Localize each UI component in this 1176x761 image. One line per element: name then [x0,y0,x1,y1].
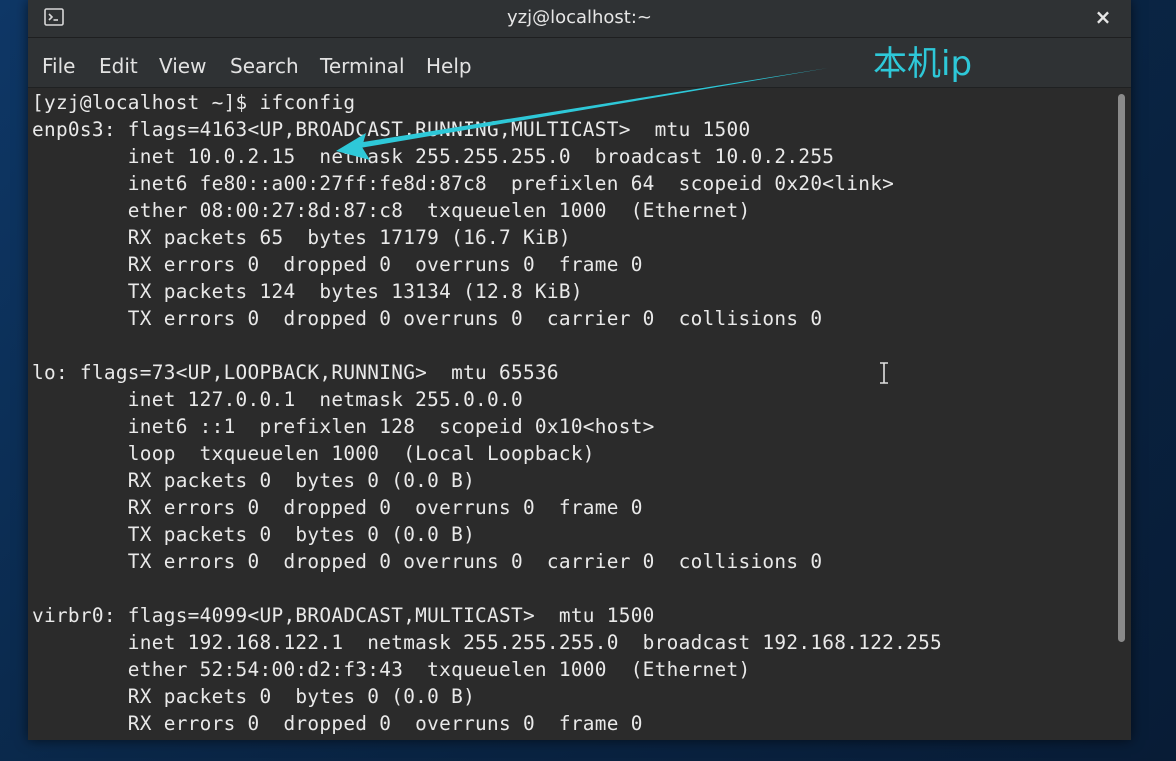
terminal-line: RX errors 0 dropped 0 overruns 0 frame 0 [32,712,643,735]
menu-search[interactable]: Search [230,54,299,78]
terminal-line: [yzj@localhost ~]$ ifconfig [32,91,356,114]
close-button[interactable]: × [1091,5,1115,29]
terminal-line: TX packets 124 bytes 13134 (12.8 KiB) [32,280,583,303]
terminal-output[interactable]: [yzj@localhost ~]$ ifconfig enp0s3: flag… [28,88,1111,740]
terminal-line: loop txqueuelen 1000 (Local Loopback) [32,442,595,465]
terminal-line: inet6 fe80::a00:27ff:fe8d:87c8 prefixlen… [32,172,895,195]
terminal-line: RX packets 0 bytes 0 (0.0 B) [32,469,476,492]
menu-view[interactable]: View [159,54,206,78]
scrollbar-thumb[interactable] [1118,94,1125,642]
terminal-line: ether 08:00:27:8d:87:c8 txqueuelen 1000 … [32,199,751,222]
terminal-line: inet 127.0.0.1 netmask 255.0.0.0 [32,388,523,411]
terminal-line: RX packets 0 bytes 0 (0.0 B) [32,685,476,708]
menu-file[interactable]: File [42,54,75,78]
terminal-line: inet6 ::1 prefixlen 128 scopeid 0x10<hos… [32,415,655,438]
terminal-line: TX errors 0 dropped 0 overruns 0 carrier… [32,550,823,573]
menu-edit[interactable]: Edit [99,54,138,78]
title-bar[interactable]: yzj@localhost:~ × [28,0,1131,38]
terminal-line: virbr0: flags=4099<UP,BROADCAST,MULTICAS… [32,604,655,627]
text-cursor-icon [878,362,890,384]
menu-terminal[interactable]: Terminal [320,54,405,78]
terminal-line: ether 52:54:00:d2:f3:43 txqueuelen 1000 … [32,658,751,681]
close-icon: × [1094,5,1112,29]
terminal-line: TX packets 0 bytes 0 (0.0 B) [32,523,476,546]
window-title: yzj@localhost:~ [506,7,653,28]
terminal-line: enp0s3: flags=4163<UP,BROADCAST,RUNNING,… [32,118,751,141]
terminal-line: TX errors 0 dropped 0 overruns 0 carrier… [32,307,823,330]
terminal-window[interactable]: yzj@localhost:~ × File Edit View Search … [28,0,1131,740]
terminal-line: RX errors 0 dropped 0 overruns 0 frame 0 [32,253,643,276]
terminal-line: RX errors 0 dropped 0 overruns 0 frame 0 [32,496,643,519]
scrollbar[interactable] [1111,88,1131,740]
terminal-line: RX packets 65 bytes 17179 (16.7 KiB) [32,226,571,249]
annotation-label: 本机ip [873,44,973,84]
terminal-line: inet 10.0.2.15 netmask 255.255.255.0 bro… [32,145,835,168]
terminal-line: lo: flags=73<UP,LOOPBACK,RUNNING> mtu 65… [32,361,559,384]
menu-help[interactable]: Help [426,54,472,78]
terminal-line: inet 192.168.122.1 netmask 255.255.255.0… [32,631,943,654]
